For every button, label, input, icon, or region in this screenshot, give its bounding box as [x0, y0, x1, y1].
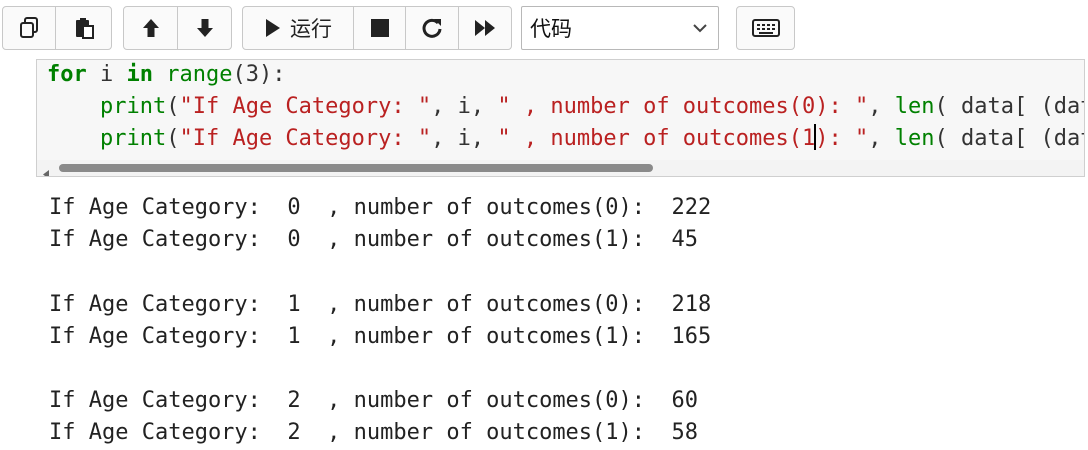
keyboard-icon [751, 19, 780, 37]
paste-icon [73, 16, 95, 40]
code-line-3: print("If Age Category: ", i, " , number… [99, 124, 1085, 151]
output-line: If Age Category: 0 , number of outcomes(… [49, 227, 699, 253]
stop-icon [370, 19, 389, 37]
output-line: If Age Category: 2 , number of outcomes(… [49, 420, 699, 446]
code-text[interactable]: for i in range(3): print("If Age Categor… [47, 60, 1085, 155]
keyboard-shortcuts-button[interactable] [736, 6, 795, 50]
arrow-down-icon [195, 17, 215, 39]
interrupt-button[interactable] [353, 6, 406, 50]
run-all-button[interactable] [458, 6, 512, 50]
copy-cell-button[interactable] [2, 6, 56, 50]
cell-output: If Age Category: 0 , number of outcomes(… [49, 192, 711, 450]
chevron-down-icon [692, 20, 708, 40]
run-button-label: 运行 [290, 17, 332, 41]
restart-kernel-button[interactable] [405, 6, 459, 50]
output-line: If Age Category: 0 , number of outcomes(… [49, 195, 712, 220]
fast-forward-icon [474, 19, 496, 37]
restart-icon [421, 17, 443, 39]
move-up-button[interactable] [123, 6, 178, 50]
output-line: If Age Category: 1 , number of outcomes(… [49, 323, 712, 349]
code-line-1: for i in range(3): [47, 62, 286, 87]
horizontal-scrollbar[interactable] [37, 160, 1084, 176]
output-line: If Age Category: 1 , number of outcomes(… [49, 291, 712, 317]
cell-type-select[interactable]: 代码 [521, 6, 719, 50]
run-button[interactable]: 运行 [242, 6, 354, 50]
play-icon [264, 18, 282, 38]
output-line: If Age Category: 2 , number of outcomes(… [49, 388, 699, 414]
paste-cell-button[interactable] [55, 6, 112, 50]
copy-icon [18, 16, 40, 40]
move-down-button[interactable] [177, 6, 232, 50]
scroll-left-icon[interactable] [42, 164, 50, 176]
cell-type-value: 代码 [530, 17, 572, 41]
notebook-toolbar: 运行 代码 [0, 0, 1088, 62]
arrow-up-icon [141, 17, 161, 39]
code-cell-editor[interactable]: for i in range(3): print("If Age Categor… [36, 59, 1085, 177]
scrollbar-thumb[interactable] [59, 164, 653, 172]
code-line-2: print("If Age Category: ", i, " , number… [99, 94, 1085, 119]
